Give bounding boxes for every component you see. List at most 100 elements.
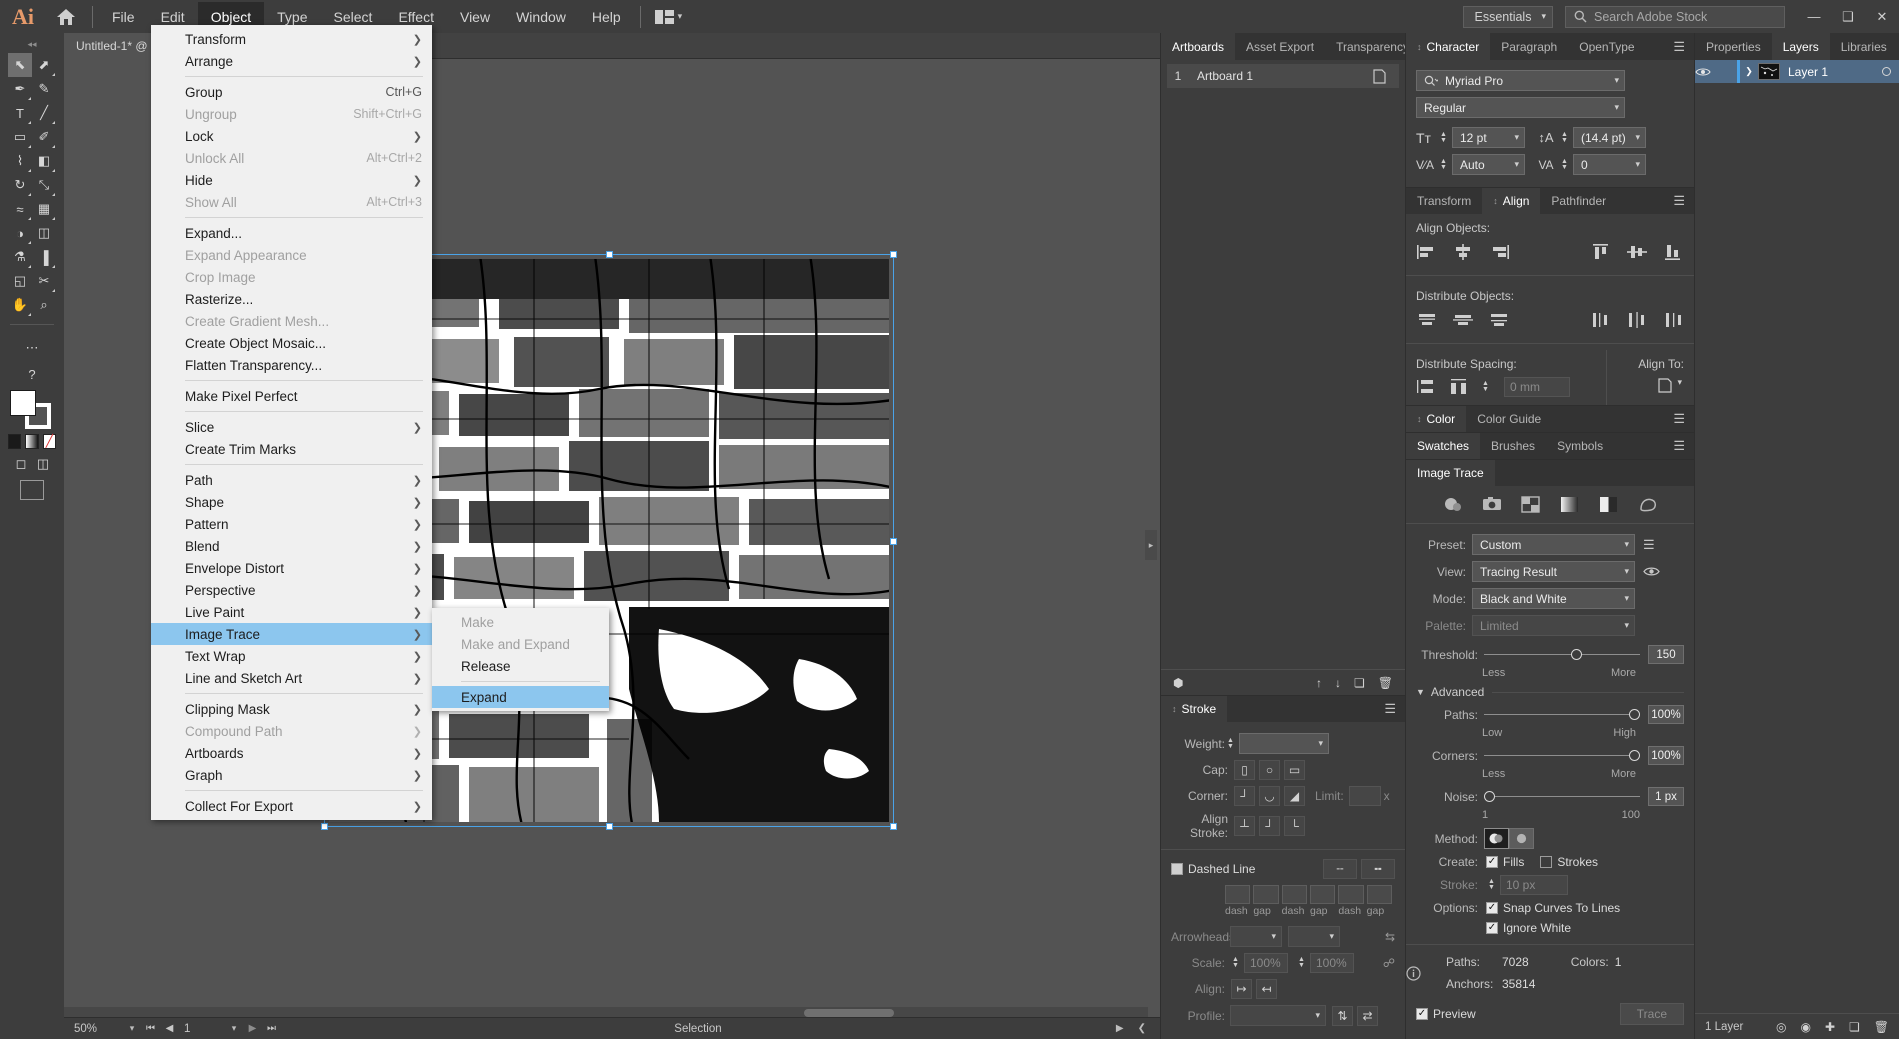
selection-handle-tr[interactable] (890, 251, 897, 258)
object-menu-item-lock[interactable]: Lock❯ (151, 125, 432, 147)
tab-character[interactable]: ↕ Character (1406, 33, 1490, 60)
outline-icon[interactable] (1637, 494, 1659, 514)
more-tools-icon[interactable]: ⋯ (20, 336, 44, 360)
object-menu-item-create-trim-marks[interactable]: Create Trim Marks (151, 438, 432, 460)
kerning-input[interactable]: Auto ▾ (1452, 154, 1525, 175)
object-menu-item-transform[interactable]: Transform❯ (151, 28, 432, 50)
arrow-scale-start-input[interactable]: 100% (1244, 953, 1288, 973)
first-page-icon[interactable]: ⏮ (142, 1023, 159, 1034)
list-menu-icon[interactable]: ☰ (1643, 537, 1655, 553)
kerning-stepper[interactable]: ▲▼ (1438, 159, 1449, 171)
selection-handle-bc[interactable] (606, 823, 613, 830)
dash-input-4[interactable] (1338, 885, 1363, 904)
info-icon[interactable] (1406, 966, 1436, 981)
new-artboard-icon[interactable]: ❏ (1354, 676, 1365, 690)
create-strokes-checkbox[interactable]: Strokes (1540, 855, 1598, 869)
high-color-icon[interactable] (1481, 494, 1503, 514)
tab-stroke[interactable]: ↕ Stroke (1161, 696, 1227, 722)
object-menu-item-image-trace[interactable]: Image Trace❯ (151, 623, 432, 645)
artboard-number-input[interactable]: 1 (178, 1023, 224, 1035)
drawing-mode-icon[interactable]: ◻ (12, 456, 30, 472)
arrow-scale-end-input[interactable]: 100% (1310, 953, 1354, 973)
dash-input-2[interactable] (1282, 885, 1307, 904)
vertical-align-top-button[interactable] (1590, 243, 1612, 261)
gradient-swatch-icon[interactable] (25, 434, 38, 449)
scale-stepper-1[interactable]: ▲▼ (1230, 957, 1241, 969)
gradient-tool[interactable]: ◫ (32, 221, 56, 245)
direct-selection-tool[interactable]: ⬈ (32, 53, 56, 77)
zoom-tool[interactable]: ⌕ (32, 293, 56, 317)
dash-input-0[interactable] (1225, 885, 1250, 904)
object-menu-item-slice[interactable]: Slice❯ (151, 416, 432, 438)
submenu-item-release[interactable]: Release (432, 655, 609, 677)
play-icon[interactable]: ▶ (1116, 1023, 1124, 1034)
preview-checkbox[interactable]: ✓ Preview (1416, 1007, 1476, 1021)
grayscale-icon[interactable] (1559, 494, 1581, 514)
trace-button[interactable]: Trace (1620, 1003, 1684, 1025)
create-fills-checkbox[interactable]: ✓ Fills (1486, 855, 1524, 869)
arrange-documents-icon[interactable]: ▾ (647, 10, 691, 24)
dash-input-1[interactable] (1253, 885, 1278, 904)
artboard-name[interactable]: Artboard 1 (1189, 69, 1373, 83)
vertical-distribute-space-button[interactable] (1416, 378, 1438, 396)
maximize-button[interactable]: ❑ (1831, 0, 1865, 33)
horizontal-distribute-right-button[interactable] (1662, 311, 1684, 329)
tab-layers[interactable]: Layers (1772, 33, 1830, 60)
object-dropdown-menu[interactable]: Transform❯Arrange❯GroupCtrl+GUngroupShif… (151, 25, 432, 820)
object-menu-item-path[interactable]: Path❯ (151, 469, 432, 491)
paths-value-input[interactable]: 100% (1648, 705, 1684, 724)
last-page-icon[interactable]: ⏭ (263, 1023, 280, 1034)
tab-transform[interactable]: Transform (1406, 188, 1482, 214)
object-menu-item-envelope-distort[interactable]: Envelope Distort❯ (151, 557, 432, 579)
artboard-down-icon[interactable]: ↓ (1335, 676, 1341, 690)
none-swatch-icon[interactable]: ╱ (43, 434, 56, 449)
arrowhead-start-select[interactable]: ▾ (1230, 926, 1282, 947)
stroke-weight-input[interactable]: ▾ (1239, 733, 1329, 754)
abutting-method-button[interactable] (1484, 828, 1509, 849)
vertical-distribute-top-button[interactable] (1416, 311, 1438, 329)
spacing-stepper[interactable]: ▲▼ (1480, 381, 1491, 393)
tracking-input[interactable]: 0 ▾ (1573, 154, 1646, 175)
palette-select[interactable]: Limited ▾ (1472, 615, 1635, 636)
artboard-list-item[interactable]: 1 Artboard 1 (1167, 64, 1399, 88)
align-to-control[interactable]: ▾ (1607, 375, 1694, 402)
object-menu-item-shape[interactable]: Shape❯ (151, 491, 432, 513)
selection-handle-br[interactable] (890, 823, 897, 830)
object-menu-item-flatten-transparency[interactable]: Flatten Transparency... (151, 354, 432, 376)
type-tool[interactable]: T (8, 101, 32, 125)
object-menu-item-arrange[interactable]: Arrange❯ (151, 50, 432, 72)
preset-select[interactable]: Custom ▾ (1472, 534, 1635, 555)
object-menu-item-pattern[interactable]: Pattern❯ (151, 513, 432, 535)
artboard-up-icon[interactable]: ↑ (1316, 676, 1322, 690)
horizontal-align-center-button[interactable] (1452, 243, 1474, 261)
object-menu-item-blend[interactable]: Blend❯ (151, 535, 432, 557)
zoom-level-input[interactable]: 50% (64, 1023, 122, 1035)
current-tool-label[interactable]: Selection (280, 1023, 1116, 1035)
selection-tool[interactable]: ⬉ (8, 53, 32, 77)
paintbrush-tool[interactable]: ✐ (32, 125, 56, 149)
scale-tool[interactable]: ⤡ (32, 173, 56, 197)
stroke-stepper[interactable]: ▲▼ (1486, 879, 1497, 891)
tab-properties[interactable]: Properties (1695, 33, 1772, 60)
font-size-stepper[interactable]: ▲▼ (1438, 132, 1449, 144)
tracking-stepper[interactable]: ▲▼ (1559, 159, 1570, 171)
round-join-button[interactable]: ◡ (1259, 786, 1280, 806)
dash-input-5[interactable] (1367, 885, 1392, 904)
align-outside-stroke-button[interactable]: └ (1284, 816, 1305, 836)
low-color-icon[interactable] (1520, 494, 1542, 514)
selection-handle-tc[interactable] (606, 251, 613, 258)
panel-menu-icon-character[interactable]: ☰ (1664, 33, 1694, 60)
corners-slider[interactable] (1484, 749, 1640, 763)
vertical-align-bottom-button[interactable] (1662, 243, 1684, 261)
noise-value-input[interactable]: 1 px (1648, 787, 1684, 806)
layer-name[interactable]: Layer 1 (1788, 65, 1828, 79)
threshold-slider[interactable] (1484, 648, 1640, 662)
target-circle-icon[interactable] (1882, 67, 1891, 76)
round-cap-button[interactable]: ○ (1259, 760, 1280, 780)
threshold-value-input[interactable]: 150 (1648, 645, 1684, 664)
home-icon[interactable] (46, 7, 86, 27)
tab-align[interactable]: ↕ Align (1482, 188, 1540, 214)
workspace-switcher[interactable]: Essentials ▾ (1463, 6, 1553, 28)
layer-row-layer-1[interactable]: ❯ Layer 1 (1695, 60, 1899, 83)
auto-color-icon[interactable] (1442, 494, 1464, 514)
